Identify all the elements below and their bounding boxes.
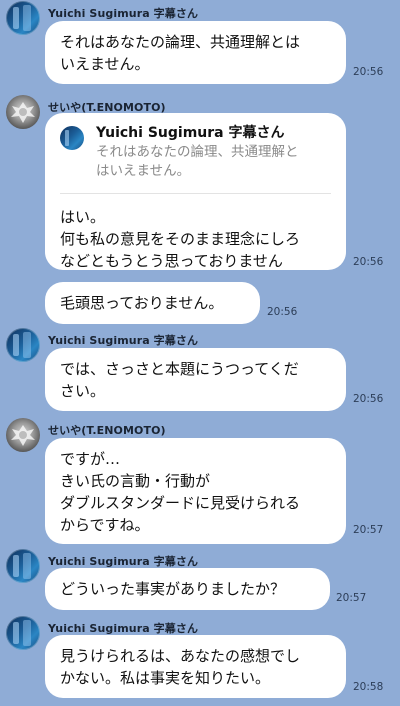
timestamp: 20:56 [353,393,384,405]
message-bubble[interactable]: どういった事実がありましたか？ [45,568,330,610]
sender-name: Yuichi Sugimura 字幕さん [48,7,199,20]
yuichi-avatar-icon[interactable] [6,328,40,362]
sender-name: Yuichi Sugimura 字幕さん [48,555,199,568]
timestamp: 20:57 [336,592,367,604]
message-text: では、さっさと本題にうつってくだ さい。 [60,360,299,400]
message-text: ですが… きい氏の言動・行動が ダブルスタンダードに見受けられる からですね。 [60,450,301,534]
message-text: 毛頭思っておりません。 [60,294,224,312]
timestamp: 20:58 [353,681,384,693]
quote-avatar-icon [60,126,84,150]
message-bubble[interactable]: 見うけられるは、あなたの感想でし かない。私は事実を知りたい。 [45,635,346,698]
message-bubble[interactable]: それはあなたの論理、共通理解とは いえません。 [45,21,346,84]
message-bubble[interactable]: 毛頭思っておりません。 [45,282,260,324]
sender-name: せいや(T.ENOMOTO) [48,424,166,437]
message-text: 見うけられるは、あなたの感想でし かない。私は事実を知りたい。 [60,647,301,687]
message-text: それはあなたの論理、共通理解とは いえません。 [60,33,301,73]
timestamp: 20:57 [353,524,384,536]
message-text: はい。 何も私の意見をそのまま理念にしろ などともうとう思っておりません [60,208,301,270]
message-text: どういった事実がありましたか？ [60,580,286,598]
timestamp: 20:56 [353,66,384,78]
message-bubble[interactable]: ですが… きい氏の言動・行動が ダブルスタンダードに見受けられる からですね。 [45,438,346,544]
chat-area[interactable]: Yuichi Sugimura 字幕さん それはあなたの論理、共通理解とは いえ… [0,0,400,706]
yuichi-avatar-icon[interactable] [6,1,40,35]
message-bubble[interactable]: では、さっさと本題にうつってくだ さい。 [45,348,346,411]
reply-quote[interactable]: Yuichi Sugimura 字幕さん それはあなたの論理、共通理解と はいえ… [60,123,331,194]
sender-name: Yuichi Sugimura 字幕さん [48,334,199,347]
sender-name: Yuichi Sugimura 字幕さん [48,622,199,635]
quote-text: それはあなたの論理、共通理解と はいえません。 [96,144,299,179]
timestamp: 20:56 [353,256,384,268]
seiya-avatar-icon[interactable] [6,95,40,129]
yuichi-avatar-icon[interactable] [6,616,40,650]
message-bubble-with-reply[interactable]: Yuichi Sugimura 字幕さん それはあなたの論理、共通理解と はいえ… [45,113,346,270]
seiya-avatar-icon[interactable] [6,418,40,452]
yuichi-avatar-icon[interactable] [6,549,40,583]
quote-sender-name: Yuichi Sugimura 字幕さん [96,125,285,141]
timestamp: 20:56 [267,306,298,318]
